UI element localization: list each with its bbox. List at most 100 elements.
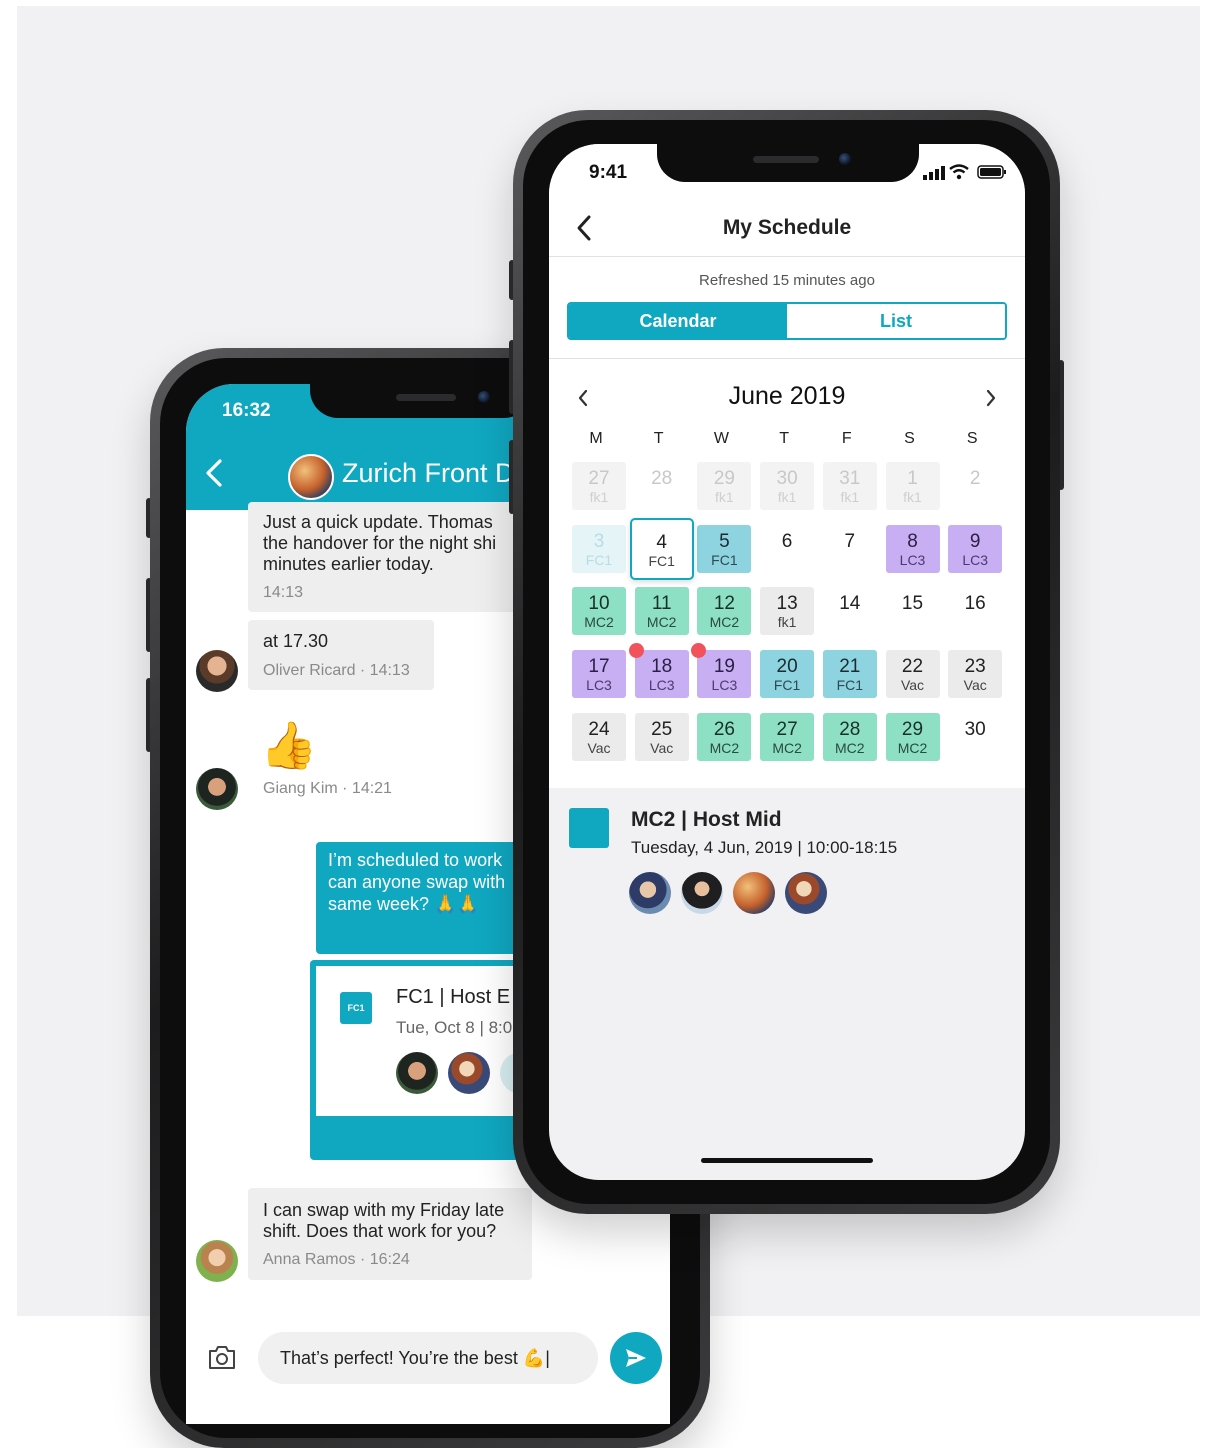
calendar-day[interactable]: 5 FC1 [697, 524, 752, 573]
next-month-icon[interactable] [985, 389, 997, 407]
notification-dot [628, 643, 644, 659]
calendar-day[interactable]: 13 fk1 [760, 587, 815, 636]
calendar-day[interactable]: 25 Vac [634, 712, 689, 761]
day-number: 31 [839, 468, 861, 489]
day-number: 29 [713, 468, 735, 489]
camera-icon[interactable] [208, 1344, 236, 1370]
calendar-day[interactable]: 31 fk1 [822, 462, 877, 510]
calendar-day[interactable]: 26 MC2 [697, 712, 752, 761]
calendar-day[interactable]: 8 LC3 [885, 524, 940, 573]
day-number: 17 [588, 656, 610, 678]
shift-code: fk1 [777, 489, 797, 505]
message-input[interactable] [258, 1332, 598, 1384]
calendar-day[interactable]: 27 MC2 [760, 712, 815, 761]
day-number: 1 [907, 468, 918, 489]
calendar-day[interactable]: 27 fk1 [572, 462, 626, 510]
message-line: same week? 🙏🙏 [328, 894, 479, 914]
calendar-day[interactable]: 9 LC3 [948, 524, 1003, 573]
shift-code: fk1 [589, 489, 609, 505]
calendar-day[interactable]: 23 Vac [948, 650, 1003, 699]
message-line: I’m scheduled to work [328, 850, 503, 870]
calendar-day[interactable]: 15 [886, 587, 940, 635]
shift-code: fk1 [777, 614, 797, 631]
calendar-day[interactable]: 19 LC3 [697, 650, 752, 699]
shift-subtitle: Tuesday, 4 Jun, 2019 | 10:00-18:15 [631, 838, 898, 857]
calendar-day[interactable]: 28 MC2 [822, 712, 877, 761]
shift-code: fk1 [840, 489, 860, 505]
shift-code: MC2 [709, 614, 740, 631]
day-number: 21 [839, 656, 861, 678]
schedule-screen: 9:41 My Schedule Refreshed 15 minutes ag… [549, 144, 1025, 1180]
send-button[interactable] [610, 1332, 662, 1384]
message-meta: Oliver Ricard · 14:13 [263, 662, 410, 679]
calendar-day[interactable]: 30 fk1 [760, 462, 815, 510]
avatar [196, 1240, 238, 1282]
shift-code: MC2 [897, 739, 928, 756]
calendar-day[interactable]: 7 [823, 525, 877, 573]
shift-color-badge [569, 808, 609, 848]
shift-code: fk1 [903, 489, 922, 505]
day-number: 23 [964, 656, 986, 678]
day-number: 6 [781, 530, 793, 552]
calendar-day[interactable]: 22 Vac [885, 650, 940, 699]
day-number: 30 [776, 468, 798, 489]
calendar-day[interactable]: 17 LC3 [572, 650, 626, 699]
wifi-icon [949, 164, 969, 180]
weekday-label: S [966, 430, 978, 447]
calendar-day[interactable]: 24 Vac [572, 712, 626, 761]
calendar-day[interactable]: 28 [635, 462, 689, 510]
calendar-day[interactable]: 10 MC2 [572, 587, 626, 636]
weekday-label: S [904, 430, 915, 447]
shift-code: FC1 [711, 551, 738, 568]
schedule-panel: 9:41 My Schedule Refreshed 15 minutes ag… [549, 144, 1025, 788]
calendar-day[interactable]: 18 LC3 [634, 650, 689, 699]
calendar-day[interactable]: 21 FC1 [822, 650, 877, 699]
day-number: 14 [839, 593, 861, 615]
calendar-day[interactable]: 6 [760, 525, 814, 573]
day-number: 12 [713, 593, 735, 615]
calendar-day[interactable]: 4 FC1 [629, 517, 694, 580]
back-chevron-icon[interactable] [204, 458, 224, 488]
refresh-status: Refreshed 15 minutes ago [699, 272, 875, 289]
calendar-day[interactable]: 12 MC2 [697, 587, 752, 636]
message-line: can anyone swap with [328, 872, 506, 892]
day-number: 18 [651, 656, 673, 678]
calendar-day[interactable]: 30 [948, 713, 1002, 761]
calendar-day[interactable]: 20 FC1 [760, 650, 815, 699]
day-number: 7 [844, 530, 856, 552]
shift-code: fk1 [715, 489, 734, 505]
calendar-day[interactable]: 3 FC1 [572, 524, 626, 573]
message-line: I can swap with my Friday late [263, 1200, 505, 1220]
calendar-day[interactable]: 1 fk1 [885, 462, 940, 510]
message-meta: Giang Kim · 14:21 [263, 780, 392, 797]
message-bubble: I can swap with my Friday late shift. Do… [248, 1188, 532, 1280]
calendar-day[interactable]: 14 [823, 587, 877, 635]
calendar-day[interactable]: 2 [948, 462, 1002, 510]
tab-calendar[interactable]: Calendar [569, 304, 787, 338]
status-time: 16:32 [222, 400, 271, 421]
day-number: 19 [713, 656, 735, 678]
day-number: 16 [964, 593, 986, 615]
calendar-day[interactable]: 29 MC2 [885, 712, 940, 761]
shift-code: MC2 [709, 739, 740, 756]
day-number: 25 [651, 718, 673, 740]
shift-subtitle: Tue, Oct 8 | 8:0 [396, 1018, 513, 1037]
day-number: 26 [713, 718, 735, 740]
avatar [448, 1052, 490, 1094]
avatar [733, 872, 775, 914]
calendar-day[interactable]: 11 MC2 [634, 587, 689, 636]
message-text: at 17.30 [263, 631, 329, 651]
shift-code: FC1 [648, 552, 675, 569]
message-line: minutes earlier today. [263, 554, 434, 574]
calendar-day[interactable]: 16 [948, 587, 1002, 635]
avatar [196, 650, 238, 692]
message-bubble: at 17.30 Oliver Ricard · 14:13 [248, 620, 434, 690]
shift-code: LC3 [586, 677, 612, 694]
shift-title: FC1 | Host E [396, 986, 511, 1008]
weekday-label: T [779, 430, 789, 447]
page-title: My Schedule [722, 216, 852, 239]
weekday-label: W [713, 430, 729, 447]
tab-list[interactable]: List [787, 304, 1005, 338]
calendar-day[interactable]: 29 fk1 [697, 462, 752, 510]
shift-code: Vac [587, 739, 611, 756]
